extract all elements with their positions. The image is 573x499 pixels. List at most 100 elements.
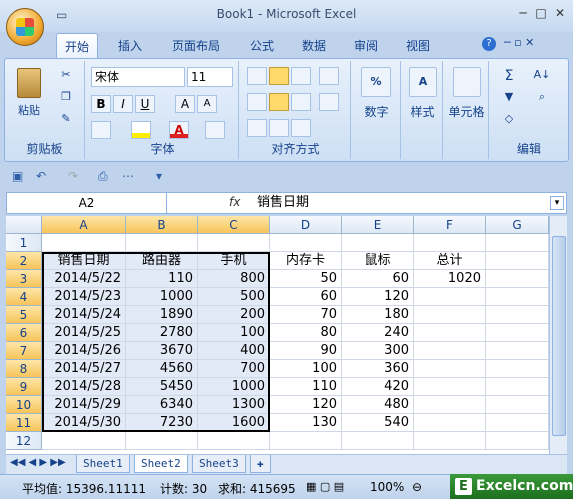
merge-center-icon[interactable] <box>319 93 339 111</box>
cell-D8[interactable]: 100 <box>270 360 342 378</box>
tab-data[interactable]: 数据 <box>294 33 334 59</box>
name-box[interactable]: A2 <box>7 193 167 213</box>
column-header-E[interactable]: E <box>342 216 414 234</box>
cell-G5[interactable] <box>486 306 549 324</box>
row-header-1[interactable]: 1 <box>6 234 42 252</box>
cell-G3[interactable] <box>486 270 549 288</box>
column-header-A[interactable]: A <box>42 216 126 234</box>
cell-D6[interactable]: 80 <box>270 324 342 342</box>
find-select-icon[interactable]: ⌕ <box>527 89 557 107</box>
borders-icon[interactable] <box>91 121 111 139</box>
row-header-2[interactable]: 2 <box>6 252 42 270</box>
row-header-12[interactable]: 12 <box>6 432 42 450</box>
row-header-4[interactable]: 4 <box>6 288 42 306</box>
cell-G8[interactable] <box>486 360 549 378</box>
cell-G9[interactable] <box>486 378 549 396</box>
cell-F11[interactable] <box>414 414 486 432</box>
formula-input[interactable]: 销售日期 <box>257 193 309 213</box>
align-bottom-icon[interactable] <box>291 67 311 85</box>
cell-F12[interactable] <box>414 432 486 450</box>
cell-D5[interactable]: 70 <box>270 306 342 324</box>
cell-F5[interactable] <box>414 306 486 324</box>
align-right-icon[interactable] <box>291 93 311 111</box>
cell-F2[interactable]: 总计 <box>414 252 486 270</box>
cell-G6[interactable] <box>486 324 549 342</box>
cell-E8[interactable]: 360 <box>342 360 414 378</box>
row-header-10[interactable]: 10 <box>6 396 42 414</box>
decrease-indent-icon[interactable] <box>247 119 267 137</box>
column-header-B[interactable]: B <box>126 216 198 234</box>
cell-F10[interactable] <box>414 396 486 414</box>
cell-E11[interactable]: 540 <box>342 414 414 432</box>
cells-button-label[interactable]: 单元格 <box>445 103 488 120</box>
cell-C1[interactable] <box>198 234 270 252</box>
tab-insert[interactable]: 插入 <box>110 33 150 59</box>
scroll-thumb[interactable] <box>552 236 566 436</box>
sheet-tab-1[interactable]: Sheet1 <box>76 455 130 473</box>
column-header-C[interactable]: C <box>198 216 270 234</box>
paste-button[interactable]: 粘贴 <box>11 65 47 125</box>
fill-color-icon[interactable] <box>131 121 151 139</box>
minimize-button[interactable]: ─ <box>514 4 532 22</box>
cell-E10[interactable]: 480 <box>342 396 414 414</box>
align-top-icon[interactable] <box>247 67 267 85</box>
zoom-out-icon[interactable]: ⊖ <box>412 480 422 494</box>
cell-E6[interactable]: 240 <box>342 324 414 342</box>
column-header-G[interactable]: G <box>486 216 549 234</box>
row-header-6[interactable]: 6 <box>6 324 42 342</box>
cell-D10[interactable]: 120 <box>270 396 342 414</box>
sheet-tab-3[interactable]: Sheet3 <box>192 455 246 473</box>
tab-view[interactable]: 视图 <box>398 33 438 59</box>
sheet-tab-2[interactable]: Sheet2 <box>134 455 188 473</box>
bold-button[interactable]: B <box>91 95 111 113</box>
cell-E3[interactable]: 60 <box>342 270 414 288</box>
font-size-select[interactable]: 11 <box>187 67 233 87</box>
zoom-level[interactable]: 100% <box>370 480 404 494</box>
underline-button[interactable]: U <box>135 95 155 113</box>
select-all-corner[interactable] <box>6 216 42 234</box>
tab-page-layout[interactable]: 页面布局 <box>164 33 228 59</box>
cell-D7[interactable]: 90 <box>270 342 342 360</box>
row-header-8[interactable]: 8 <box>6 360 42 378</box>
fill-icon[interactable]: ▼ <box>497 89 521 107</box>
cell-E4[interactable]: 120 <box>342 288 414 306</box>
cell-D2[interactable]: 内存卡 <box>270 252 342 270</box>
copy-icon[interactable]: ❐ <box>57 89 75 107</box>
sheet-nav-icon[interactable]: ◀◀ ◀ ▶ ▶▶ <box>10 457 66 468</box>
font-name-select[interactable]: 宋体 <box>91 67 185 87</box>
cell-G11[interactable] <box>486 414 549 432</box>
sort-filter-icon[interactable]: A↓ <box>527 67 557 85</box>
help-icon[interactable]: ? <box>482 37 496 51</box>
insert-sheet-icon[interactable]: ✚ <box>250 455 271 473</box>
cell-F6[interactable] <box>414 324 486 342</box>
italic-button[interactable]: I <box>113 95 133 113</box>
percent-icon[interactable]: % <box>361 67 391 97</box>
cell-F9[interactable] <box>414 378 486 396</box>
view-buttons-icon[interactable]: ▦ ▢ ▤ <box>306 480 344 493</box>
format-painter-icon[interactable]: ✎ <box>57 111 75 129</box>
style-button-label[interactable]: 样式 <box>403 103 442 120</box>
cell-E9[interactable]: 420 <box>342 378 414 396</box>
cell-F8[interactable] <box>414 360 486 378</box>
row-header-3[interactable]: 3 <box>6 270 42 288</box>
undo-icon[interactable]: ↶ <box>36 169 46 183</box>
increase-indent-icon[interactable] <box>269 119 289 137</box>
align-left-icon[interactable] <box>247 93 267 111</box>
cells-icon[interactable] <box>453 67 481 97</box>
cell-D9[interactable]: 110 <box>270 378 342 396</box>
align-center-icon[interactable] <box>269 93 289 111</box>
row-header-7[interactable]: 7 <box>6 342 42 360</box>
redo-icon[interactable]: ↷ <box>68 169 78 183</box>
cell-B1[interactable] <box>126 234 198 252</box>
cell-E7[interactable]: 300 <box>342 342 414 360</box>
cell-G1[interactable] <box>486 234 549 252</box>
styles-icon[interactable]: A <box>409 67 437 97</box>
cell-G7[interactable] <box>486 342 549 360</box>
customize-qat-icon[interactable]: ▾ <box>156 169 162 183</box>
shrink-font-icon[interactable]: A <box>197 95 217 113</box>
cell-D1[interactable] <box>270 234 342 252</box>
cell-F1[interactable] <box>414 234 486 252</box>
cell-D3[interactable]: 50 <box>270 270 342 288</box>
cell-D4[interactable]: 60 <box>270 288 342 306</box>
cell-D11[interactable]: 130 <box>270 414 342 432</box>
